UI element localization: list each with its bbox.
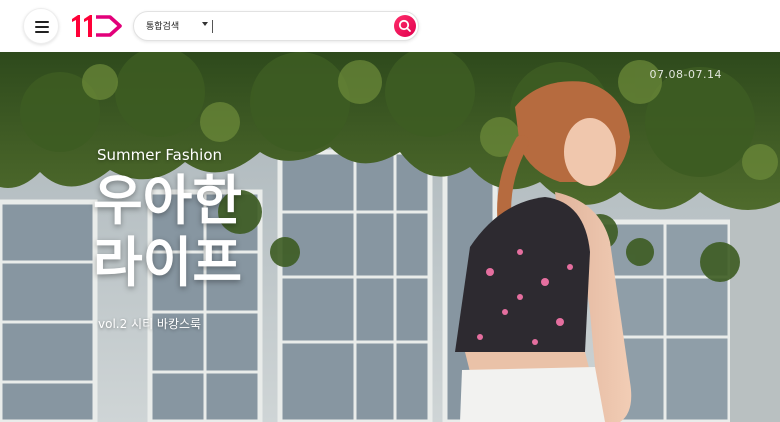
hero-title: 우아한 라이프: [93, 170, 242, 294]
caret-down-icon[interactable]: [202, 22, 208, 26]
hero-subtitle: Summer Fashion: [97, 146, 223, 164]
hamburger-line: [35, 31, 49, 33]
brand-logo[interactable]: [70, 13, 124, 39]
hero-caption: vol.2 시티 바캉스룩: [98, 317, 202, 331]
hero-banner[interactable]: 07.08-07.14 Summer Fashion 우아한 라이프 vol.2…: [0, 52, 780, 422]
search-icon: [398, 19, 411, 32]
search-scope-select[interactable]: 통합검색: [146, 19, 179, 32]
search-bar: 통합검색: [133, 11, 419, 41]
hamburger-menu-button[interactable]: [23, 8, 59, 44]
search-divider: [212, 20, 213, 33]
promo-date-range: 07.08-07.14: [649, 68, 722, 81]
hero-title-line2: 라이프: [93, 231, 243, 294]
hamburger-line: [35, 21, 49, 23]
hamburger-line: [35, 26, 49, 28]
search-input[interactable]: [218, 16, 388, 36]
top-header: 통합검색: [0, 0, 780, 52]
search-button[interactable]: [394, 15, 416, 37]
hero-title-line1: 우아한: [93, 169, 243, 232]
